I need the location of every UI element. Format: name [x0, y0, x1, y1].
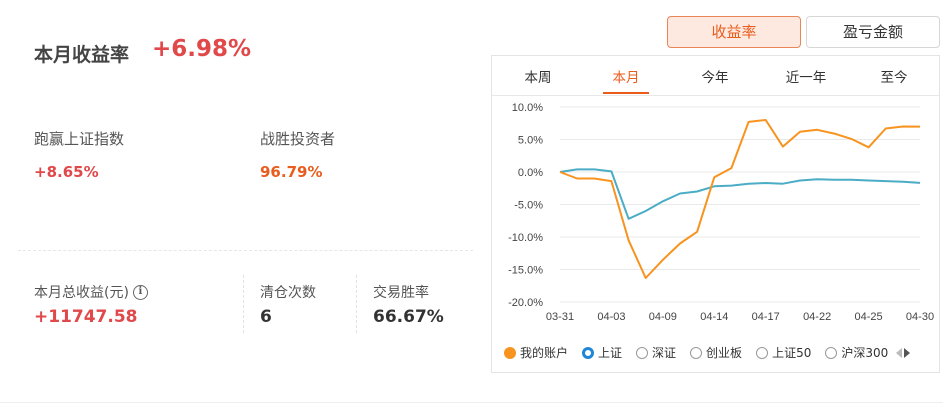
legend-label: 深证: [652, 346, 677, 360]
bottom-border: [0, 402, 943, 403]
column-separator: [356, 275, 357, 333]
x-tick-label: 04-30: [906, 311, 934, 323]
legend-shanghai[interactable]: 上证: [582, 344, 622, 361]
y-tick-label: 10.0%: [512, 102, 543, 114]
period-tabs: 本周 本月 今年 近一年 至今: [492, 56, 939, 96]
arrow-right-icon[interactable]: [904, 347, 911, 358]
x-tick-label: 04-22: [803, 311, 831, 323]
x-tick-label: 04-17: [752, 311, 780, 323]
x-tick-label: 04-09: [649, 311, 677, 323]
x-tick-label: 04-14: [700, 311, 728, 323]
total-income-value: +11747.58: [34, 307, 138, 327]
y-tick-label: 5.0%: [518, 135, 543, 147]
radio-icon: [636, 346, 649, 359]
legend-csi300[interactable]: 沪深300: [825, 344, 888, 361]
x-axis-ticks: 03-31 04-03 04-09 04-14 04-17 04-22 04-25 04-30: [546, 311, 934, 323]
y-tick-label: -5.0%: [514, 200, 543, 212]
month-yield-value: +6.98%: [152, 36, 252, 62]
legend-label: 沪深300: [841, 346, 889, 360]
series-line-shanghai: [559, 168, 921, 220]
legend-pager: [896, 347, 911, 358]
month-yield-title: 本月收益率: [34, 44, 130, 66]
legend-sse50[interactable]: 上证50: [756, 344, 811, 361]
legend-label: 上证: [598, 346, 623, 360]
legend-label: 上证50: [772, 346, 812, 360]
divider: [18, 250, 473, 251]
tab-week[interactable]: 本周: [510, 66, 566, 86]
y-tick-label: -10.0%: [508, 232, 543, 244]
total-income-label-wrap: 本月总收益(元) i: [34, 282, 148, 302]
beat-investors-value: 96.79%: [260, 163, 323, 181]
yield-toggle-button[interactable]: 收益率: [667, 16, 801, 48]
x-tick-label: 03-31: [546, 311, 574, 323]
tab-all-time[interactable]: 至今: [866, 66, 922, 86]
clear-count-label: 清仓次数: [260, 285, 316, 301]
chart-panel: 本周 本月 今年 近一年 至今 10.0% 5.0% 0.0% -5.0% -10.0%…: [491, 55, 940, 373]
beat-investors-label: 战胜投资者: [260, 130, 336, 148]
arrow-left-icon[interactable]: [896, 347, 903, 358]
info-icon[interactable]: i: [132, 284, 148, 300]
summary-panel: 本月收益率 +6.98% 跑赢上证指数 +8.65% 战胜投资者 96.79% …: [0, 0, 480, 408]
y-tick-label: 0.0%: [518, 167, 543, 179]
y-tick-label: -15.0%: [508, 265, 543, 277]
win-rate-value: 66.67%: [373, 307, 444, 327]
legend-shenzhen[interactable]: 深证: [636, 344, 676, 361]
legend-my-account[interactable]: 我的账户: [504, 344, 568, 361]
chart-lines: [559, 119, 921, 279]
x-tick-label: 04-25: [855, 311, 883, 323]
clear-count-value: 6: [260, 307, 272, 327]
beat-index-value: +8.65%: [34, 163, 99, 181]
series-line-my-account: [559, 119, 921, 279]
tab-last-year[interactable]: 近一年: [776, 66, 836, 86]
yield-line-chart: 10.0% 5.0% 0.0% -5.0% -10.0% -15.0% -20.0% 03-…: [508, 102, 934, 323]
active-tab-underline: [603, 92, 649, 94]
radio-selected-icon: [582, 346, 595, 359]
tab-year[interactable]: 今年: [687, 66, 743, 86]
tab-month[interactable]: 本月: [598, 66, 654, 86]
chart-grid: [560, 106, 920, 303]
radio-selected-icon: [504, 346, 516, 359]
x-tick-label: 04-03: [597, 311, 625, 323]
chart-legend: 我的账户 上证 深证 创业板 上证50 沪深300: [504, 344, 911, 361]
y-tick-label: -20.0%: [508, 297, 543, 309]
amount-toggle-button[interactable]: 盈亏金额: [806, 16, 940, 48]
y-axis-ticks: 10.0% 5.0% 0.0% -5.0% -10.0% -15.0% -20.0%: [508, 102, 543, 309]
win-rate-label: 交易胜率: [373, 285, 429, 301]
total-income-label: 本月总收益(元): [34, 285, 129, 301]
legend-label: 我的账户: [520, 346, 569, 360]
column-separator: [243, 275, 244, 333]
legend-label: 创业板: [706, 346, 743, 360]
beat-index-label: 跑赢上证指数: [34, 130, 125, 148]
radio-icon: [756, 346, 769, 359]
radio-icon: [690, 346, 703, 359]
legend-chinext[interactable]: 创业板: [690, 344, 742, 361]
radio-icon: [825, 346, 838, 359]
